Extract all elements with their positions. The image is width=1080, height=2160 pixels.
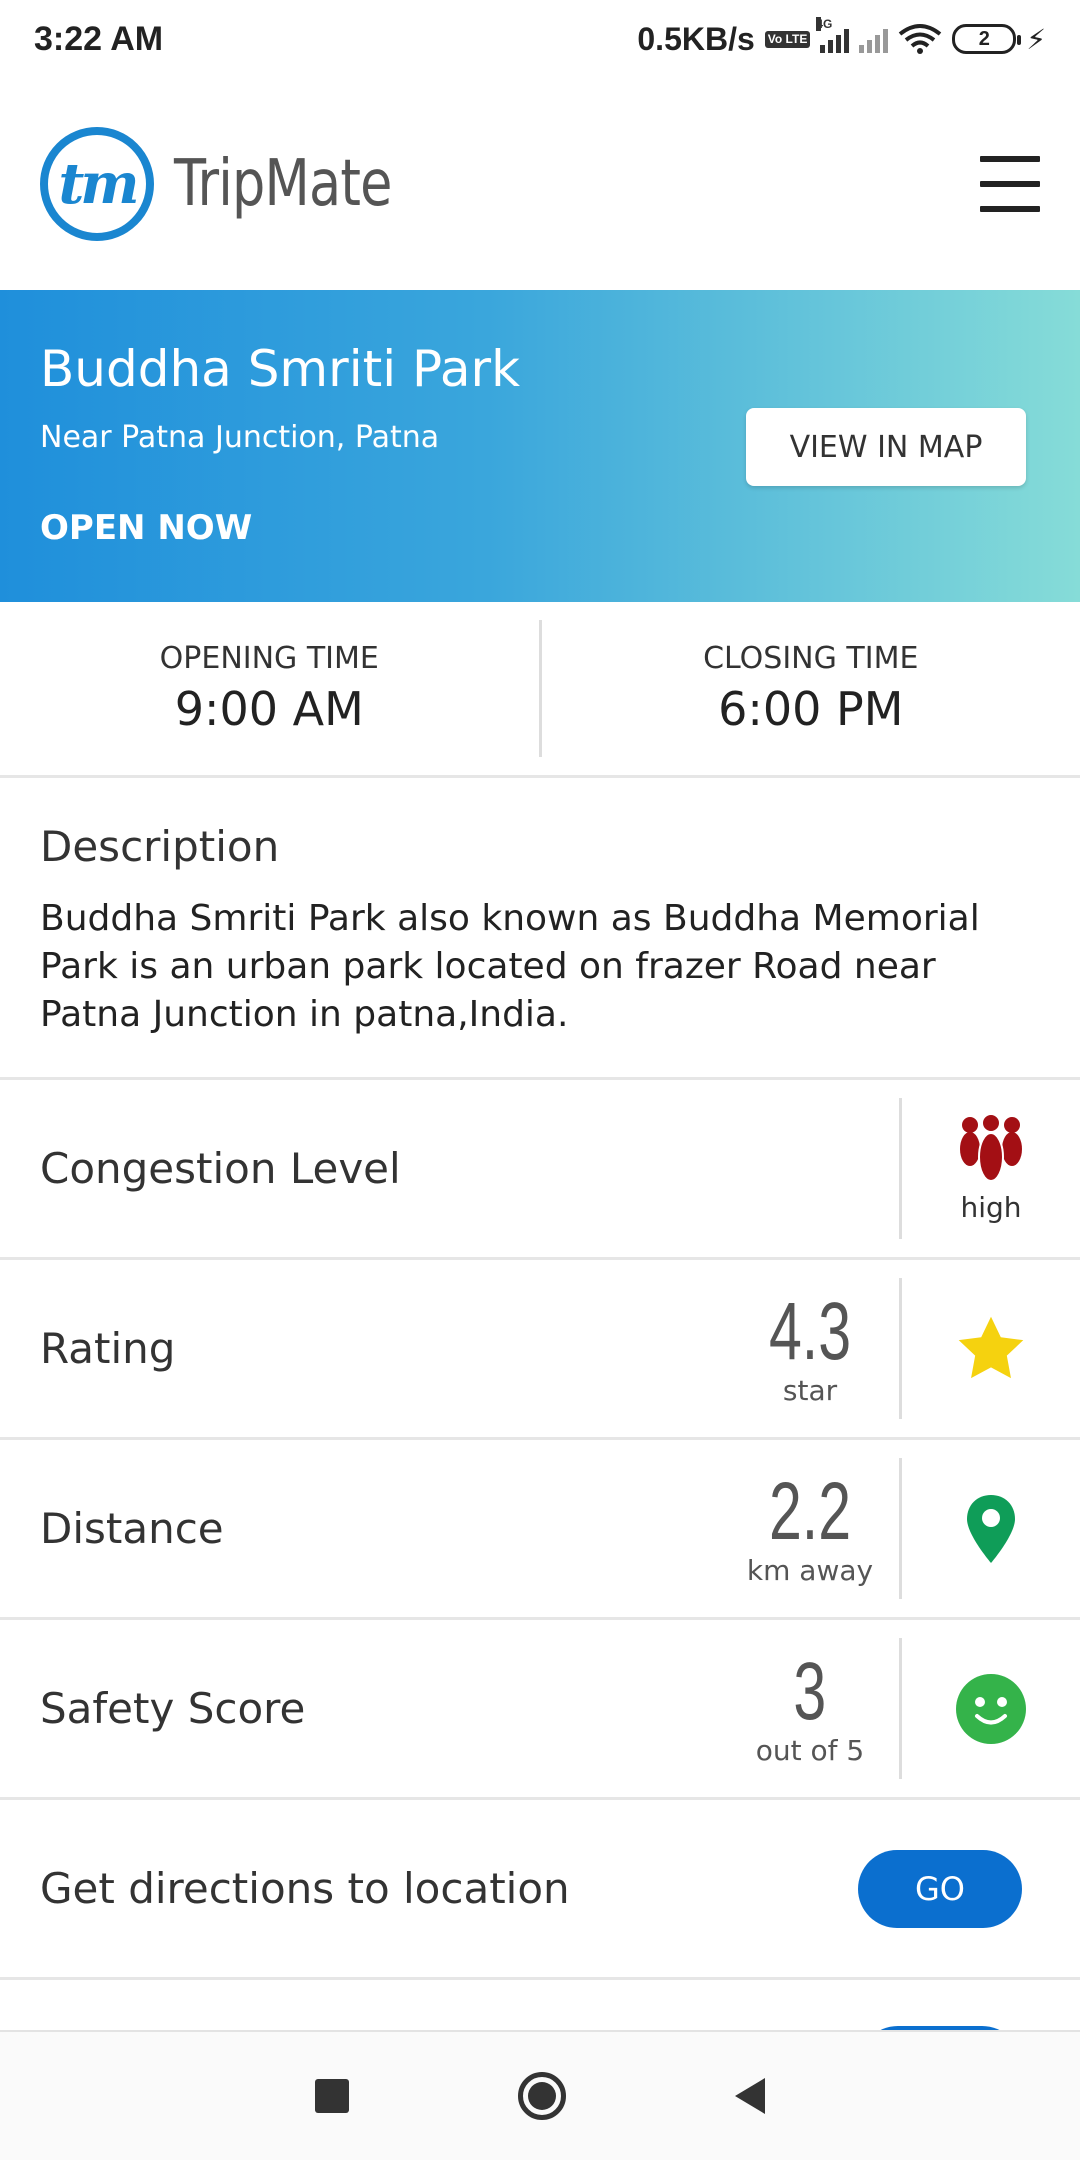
distance-row: Distance 2.2 km away — [0, 1440, 1080, 1620]
distance-metric: 2.2 km away — [730, 1466, 890, 1588]
network-type: 4G — [816, 17, 833, 31]
rating-metric: 4.3 star — [730, 1286, 890, 1408]
rating-label: Rating — [40, 1324, 176, 1373]
distance-label: Distance — [40, 1504, 224, 1553]
place-name: Buddha Smriti Park — [40, 340, 521, 398]
status-time: 3:22 AM — [34, 19, 164, 58]
opening-time: OPENING TIME 9:00 AM — [0, 602, 539, 775]
rating-value: 4.3 — [768, 1286, 852, 1377]
description-section: Description Buddha Smriti Park also know… — [0, 778, 1080, 1080]
battery-level: 2 — [978, 27, 990, 50]
view-in-map-button[interactable]: VIEW IN MAP — [746, 408, 1026, 486]
timings: OPENING TIME 9:00 AM CLOSING TIME 6:00 P… — [0, 602, 1080, 778]
rating-unit: star — [782, 1374, 838, 1407]
closing-time-label: CLOSING TIME — [703, 641, 919, 676]
map-pin-icon — [967, 1494, 1015, 1563]
signal-4g-icon: 4G — [816, 17, 850, 53]
app-name: TripMate — [174, 147, 392, 221]
opening-time-label: OPENING TIME — [159, 641, 379, 676]
go-button[interactable]: GO — [858, 1849, 1022, 1928]
safety-row: Safety Score 3 out of 5 — [0, 1620, 1080, 1800]
directions-label: Get directions to location — [40, 1864, 570, 1913]
charging-icon: ⚡ — [1026, 23, 1046, 55]
description-body: Buddha Smriti Park also known as Buddha … — [40, 898, 980, 1035]
congestion-indicator: high — [902, 1080, 1080, 1257]
volte-icon: Vo LTE — [764, 30, 811, 48]
safety-label: Safety Score — [40, 1684, 306, 1733]
directions-row: Get directions to location GO — [0, 1800, 1080, 1980]
signal-icon — [859, 25, 889, 53]
congestion-row: Congestion Level high — [0, 1080, 1080, 1260]
closing-time: CLOSING TIME 6:00 PM — [542, 602, 1080, 775]
tripmate-logo-icon: tm — [40, 127, 154, 241]
menu-icon[interactable] — [980, 156, 1040, 212]
place-banner: Buddha Smriti Park Near Patna Junction, … — [0, 290, 1080, 602]
status-icons: 0.5KB/s Vo LTE 4G 2 ⚡ — [637, 17, 1046, 58]
home-icon[interactable] — [517, 2072, 566, 2120]
crowd-icon — [960, 1113, 1022, 1182]
safety-value: 3 — [793, 1646, 827, 1737]
back-icon[interactable] — [735, 2078, 766, 2114]
safety-metric: 3 out of 5 — [730, 1646, 890, 1768]
opening-time-value: 9:00 AM — [174, 682, 364, 736]
network-speed: 0.5KB/s — [637, 20, 755, 57]
safety-unit: out of 5 — [755, 1734, 865, 1767]
brand[interactable]: tm TripMate — [40, 127, 439, 241]
recents-icon[interactable] — [314, 2079, 349, 2113]
place-address: Near Patna Junction, Patna — [40, 420, 440, 455]
congestion-label: Congestion Level — [40, 1144, 401, 1193]
rating-row: Rating 4.3 star — [0, 1260, 1080, 1440]
smiley-icon — [956, 1673, 1026, 1744]
closing-time-value: 6:00 PM — [718, 682, 904, 736]
open-status: OPEN NOW — [40, 508, 253, 548]
distance-value: 2.2 — [768, 1466, 852, 1557]
app-header: tm TripMate — [0, 78, 1080, 290]
battery-icon: 2 — [952, 24, 1022, 54]
wifi-icon — [899, 24, 942, 54]
safety-indicator — [902, 1620, 1080, 1797]
status-bar: 3:22 AM 0.5KB/s Vo LTE 4G 2 ⚡ — [0, 0, 1080, 78]
distance-unit: km away — [746, 1554, 874, 1587]
star-icon — [958, 1316, 1024, 1378]
rating-indicator — [902, 1260, 1080, 1437]
description-title: Description — [40, 822, 280, 871]
distance-indicator — [902, 1440, 1080, 1617]
congestion-value: high — [960, 1191, 1022, 1224]
system-nav-bar — [0, 2030, 1080, 2160]
